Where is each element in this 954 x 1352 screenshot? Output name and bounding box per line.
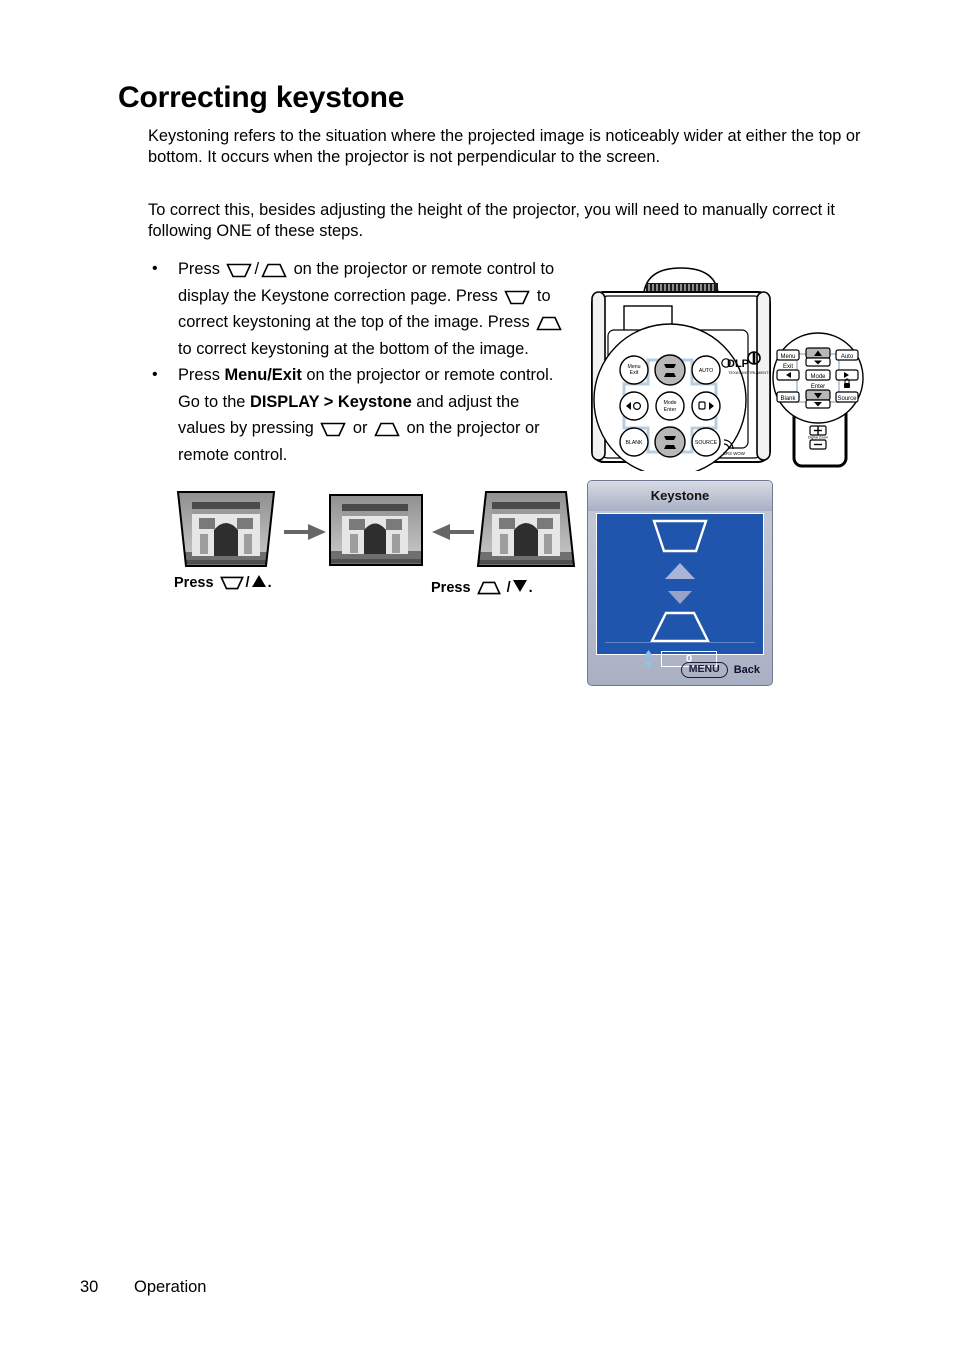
osd-title: Keystone [588, 481, 772, 511]
svg-text:Menu: Menu [780, 354, 795, 360]
keystone-comparison-figure: Press /. Press /. [174, 490, 576, 600]
osd-keystone-panel: Keystone 0 MENU Back [587, 480, 773, 686]
step-1-text: Press / on the projector or remote contr… [178, 260, 564, 358]
keystoned-bottom-wide-image [476, 490, 576, 570]
keystone-top-trapezoid-icon [504, 290, 531, 305]
osd-footer: MENU Back [588, 655, 772, 685]
keystone-bottom-trapezoid-icon [261, 263, 287, 278]
document-page: Correcting keystone Keystoning refers to… [0, 0, 954, 1352]
keystone-top-trapezoid-icon [226, 263, 253, 278]
keystone-bottom-trapezoid-icon [374, 422, 400, 437]
svg-text:BLANK: BLANK [625, 440, 643, 446]
keystone-top-trapezoid-icon [219, 576, 244, 590]
right-press-sep: / [506, 580, 511, 596]
footer-section: Operation [134, 1278, 207, 1296]
svg-text:Mode: Mode [664, 400, 677, 406]
step-1-seg-4: to correct keystoning at the bottom of t… [178, 339, 529, 358]
page-footer: 30 Operation [80, 1278, 206, 1297]
list-item: • Press / on the projector or remote con… [148, 256, 568, 362]
arrow-left-icon [432, 524, 474, 540]
svg-text:Auto: Auto [841, 354, 854, 360]
intro-paragraph-2: To correct this, besides adjusting the h… [148, 201, 835, 240]
bullet-marker: • [152, 366, 158, 383]
step-2-seg-1: Press [178, 366, 225, 384]
step-2-text: Press Menu/Exit on the projector or remo… [178, 366, 553, 464]
triangle-down-icon [668, 591, 692, 604]
svg-text:SRS WOW: SRS WOW [723, 451, 746, 456]
svg-text:Digital Zoom: Digital Zoom [808, 436, 828, 440]
svg-text:Exit: Exit [783, 364, 793, 370]
remote-control-illustration: Menu Exit Auto Mode Enter Blank Source D… [770, 332, 866, 473]
display-keystone-path-label: DISPLAY > Keystone [249, 392, 412, 411]
svg-text:TEXAS INSTRUMENTS: TEXAS INSTRUMENTS [728, 370, 771, 375]
intro-paragraph-1: Keystoning refers to the situation where… [148, 127, 861, 166]
bullet-marker: • [152, 260, 158, 277]
triangle-down-icon [512, 580, 527, 592]
svg-text:Blank: Blank [780, 396, 796, 402]
back-label: Back [733, 664, 760, 676]
step-2-seg-4: or [348, 419, 372, 437]
left-press-prefix: Press [174, 575, 214, 591]
svg-text:Source: Source [837, 396, 857, 402]
right-press-prefix: Press [431, 580, 471, 596]
keystone-top-trapezoid-large-icon [652, 519, 708, 553]
step-1-sep-1: / [254, 260, 260, 278]
menu-exit-key-label: Menu/Exit [224, 366, 302, 384]
corrected-rectangular-image [328, 493, 424, 567]
keystone-bottom-trapezoid-icon [536, 316, 562, 331]
keystoned-top-wide-image [176, 490, 276, 570]
svg-text:Enter: Enter [664, 407, 677, 413]
list-item: • Press Menu/Exit on the projector or re… [148, 362, 568, 468]
osd-body: 0 [596, 513, 764, 668]
left-press-suffix: . [267, 575, 272, 591]
steps-list: • Press / on the projector or remote con… [148, 256, 568, 468]
keystone-bottom-trapezoid-large-icon [650, 611, 710, 643]
page-title: Correcting keystone [118, 81, 405, 114]
osd-separator [605, 642, 755, 643]
triangle-up-icon [665, 563, 695, 579]
svg-text:SOURCE: SOURCE [695, 440, 718, 446]
svg-text:Mode: Mode [810, 374, 826, 380]
svg-text:Exit: Exit [630, 370, 639, 376]
left-press-caption: Press /. [174, 575, 272, 591]
projector-illustration: Menu Exit AUTO Mode Enter BLANK SOURCE DLP… [586, 266, 776, 477]
right-press-suffix: . [528, 580, 533, 596]
triangle-up-icon [251, 575, 266, 587]
keystone-top-trapezoid-icon [320, 422, 347, 437]
svg-text:Enter: Enter [811, 384, 825, 390]
right-press-caption: Press /. [431, 580, 533, 596]
arrow-right-icon [284, 524, 326, 540]
menu-key-badge[interactable]: MENU [680, 662, 728, 678]
keystone-bottom-trapezoid-icon [476, 581, 501, 595]
page-number: 30 [80, 1278, 99, 1296]
svg-text:AUTO: AUTO [699, 368, 713, 374]
left-press-sep: / [245, 575, 250, 591]
osd-shape-stack [597, 514, 763, 643]
step-1-seg-1: Press [178, 260, 225, 278]
